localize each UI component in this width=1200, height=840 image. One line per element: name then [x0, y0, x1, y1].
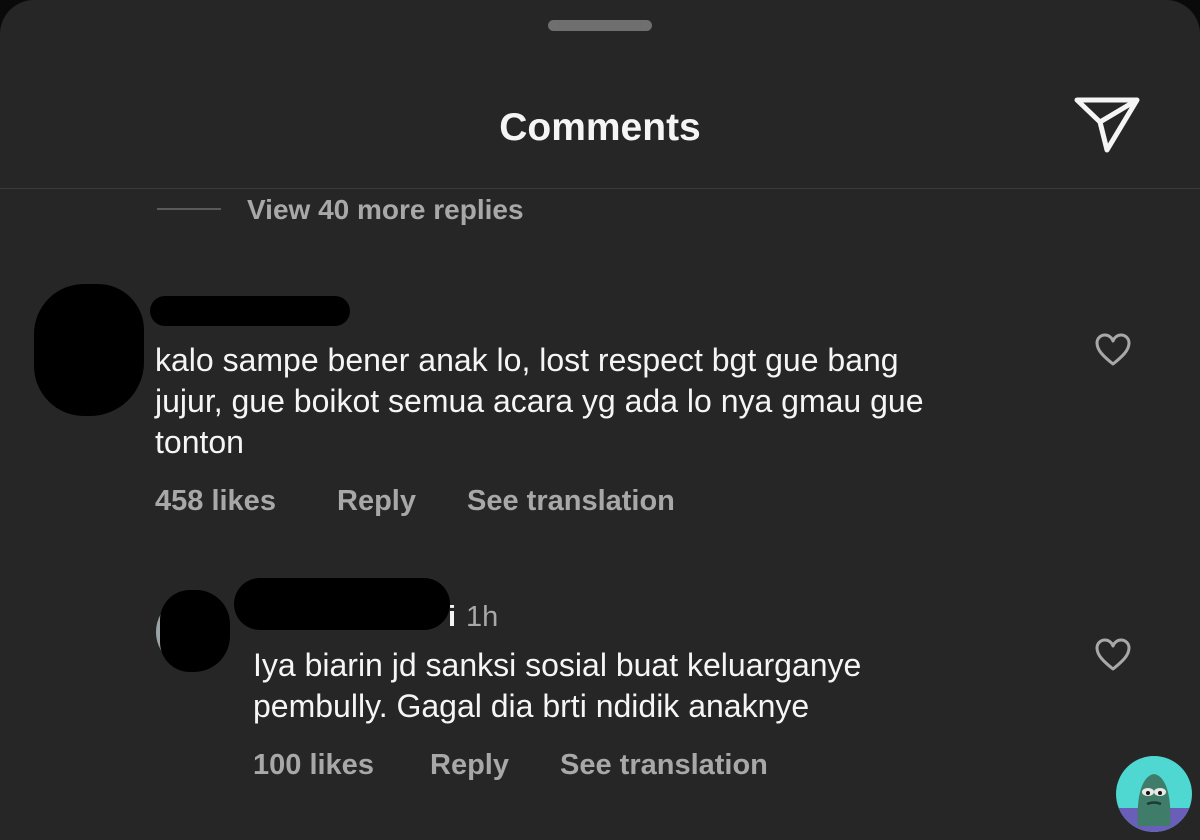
username-fragment[interactable]: i — [448, 600, 456, 634]
reply-button[interactable]: Reply — [430, 748, 509, 782]
reply-button[interactable]: Reply — [337, 484, 416, 518]
comment-text-line: pembully. Gagal dia brti ndidik anaknye — [253, 688, 810, 724]
like-count[interactable]: 100 likes — [253, 748, 374, 782]
redacted-username — [234, 578, 450, 630]
comment-text-line: Iya biarin jd sanksi sosial buat keluarg… — [253, 647, 862, 683]
comment-text-line: kalo sampe bener anak lo, lost respect b… — [155, 342, 899, 378]
header-divider — [0, 188, 1200, 189]
see-translation-button[interactable]: See translation — [467, 484, 675, 518]
heart-outline-icon[interactable] — [1094, 333, 1132, 367]
view-more-replies-link[interactable]: View 40 more replies — [247, 193, 524, 227]
redacted-username — [150, 296, 350, 326]
page-title: Comments — [499, 106, 701, 149]
comments-sheet: Comments View 40 more replies kalo sampe… — [0, 0, 1200, 840]
drag-handle[interactable] — [548, 20, 652, 31]
replies-line — [157, 208, 221, 210]
comment-text-line: tonton — [155, 424, 244, 460]
comment-text-line: jujur, gue boikot semua acara yg ada lo … — [155, 383, 924, 419]
redacted-avatar — [160, 590, 230, 672]
like-count[interactable]: 458 likes — [155, 484, 276, 518]
redacted-avatar — [34, 284, 144, 416]
see-translation-button[interactable]: See translation — [560, 748, 768, 782]
character-icon — [1116, 774, 1192, 832]
heart-outline-icon[interactable] — [1094, 638, 1132, 672]
paper-plane-icon[interactable] — [1072, 94, 1142, 156]
watermark-avatar — [1116, 756, 1192, 832]
timestamp: 1h — [466, 601, 499, 633]
